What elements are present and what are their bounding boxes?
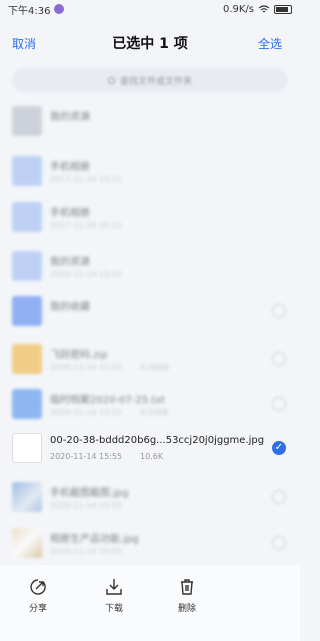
file-thumbnail [12, 202, 42, 232]
file-thumbnail [12, 528, 42, 558]
file-name: 手机相册 [50, 208, 90, 219]
share-button[interactable]: 分享 [18, 577, 58, 614]
file-name: 我的资源 [50, 257, 90, 268]
file-thumbnail [12, 296, 42, 326]
file-row-content: 00-20-38-bddd20b6g...53ccj20j0jggme.jpg 2… [0, 423, 300, 475]
file-name: 00-20-38-bddd20b6g...53ccj20j0jggme.jpg [50, 435, 265, 446]
checkbox-checked[interactable]: ✓ [272, 441, 286, 455]
checkbox[interactable] [272, 304, 286, 318]
file-row-content: 我的收藏 [0, 286, 300, 338]
file-date: 2020-11-14 15:55 [50, 270, 123, 279]
file-row-content: 手机相册 2017-11-24 10:21 [0, 192, 300, 244]
file-thumbnail [12, 344, 42, 374]
file-thumbnail [12, 156, 42, 186]
file-size: 4.00KB [140, 363, 169, 372]
file-name: 手机相册 [50, 162, 90, 173]
file-date: 2017-11-24 10:21 [50, 175, 123, 184]
file-row[interactable]: 手机截图截图.jpg 2020-11-14 15:55 [0, 472, 300, 524]
search-input[interactable]: 查找文件或文件夹 [12, 68, 288, 92]
file-row[interactable]: 我的资源 [0, 96, 300, 148]
avatar-icon [54, 4, 65, 14]
file-date: 2020-11-14 15:55 [50, 408, 123, 417]
file-thumbnail [12, 482, 42, 512]
file-date: 2020-11-14 15:55 [50, 452, 123, 461]
file-name: 相册生产品功能.jpg [50, 534, 139, 545]
checkbox[interactable] [272, 490, 286, 504]
file-name: 飞跃密码.zip [50, 350, 108, 361]
bottom-toolbar: 分享 下载 删除 [0, 565, 300, 641]
download-label: 下载 [104, 604, 123, 614]
file-row[interactable]: 手机相册 2017-11-24 10:21 [0, 192, 300, 244]
download-button[interactable]: 下载 [94, 577, 134, 614]
share-label: 分享 [28, 604, 47, 614]
file-row[interactable]: 我的收藏 [0, 286, 300, 338]
file-date: 2020-11-14 15:55 [50, 363, 123, 372]
wifi-icon [258, 4, 270, 12]
file-thumbnail [12, 251, 42, 281]
file-row[interactable]: 手机相册 2017-11-24 10:21 [0, 146, 300, 198]
file-thumbnail [12, 389, 42, 419]
search-icon [107, 76, 115, 84]
download-icon [106, 579, 122, 595]
file-date: 2017-11-24 10:21 [50, 221, 123, 230]
file-name: 临时档案2020-07-25.txt [50, 395, 166, 406]
network-speed: 0.9K/s [222, 3, 254, 15]
delete-button[interactable]: 删除 [167, 577, 207, 614]
file-date: 2020-11-14 15:55 [50, 547, 123, 556]
page-title: 已选中 1 项 [112, 36, 188, 52]
file-name: 我的收藏 [50, 302, 90, 313]
file-row-content: 手机相册 2017-11-24 10:21 [0, 146, 300, 198]
checkbox[interactable] [272, 352, 286, 366]
search-placeholder: 查找文件或文件夹 [119, 76, 192, 87]
checkbox[interactable] [272, 397, 286, 411]
checkbox[interactable] [272, 536, 286, 550]
share-icon [30, 579, 46, 595]
delete-label: 删除 [177, 604, 196, 614]
battery-icon [274, 4, 292, 14]
file-name: 手机截图截图.jpg [50, 488, 129, 499]
file-row-content: 我的资源 [0, 96, 300, 148]
file-thumbnail [12, 106, 42, 136]
file-row-selected[interactable]: 00-20-38-bddd20b6g...53ccj20j0jggme.jpg 2… [0, 423, 300, 475]
file-size: 8.00KB [140, 408, 169, 417]
file-thumbnail [12, 433, 42, 463]
file-date: 2020-11-14 15:55 [50, 501, 123, 510]
select-all-button[interactable]: 全选 [258, 35, 282, 52]
status-time: 下午4:36 [8, 5, 51, 17]
file-name: 我的资源 [50, 112, 90, 123]
selection-header: 取消 已选中 1 项 全选 [0, 28, 300, 58]
status-bar: 下午4:36 0.9K/s [0, 0, 300, 18]
file-row-content: 手机截图截图.jpg 2020-11-14 15:55 [0, 472, 300, 524]
trash-icon [181, 579, 193, 595]
file-size: 10.6K [140, 452, 164, 461]
